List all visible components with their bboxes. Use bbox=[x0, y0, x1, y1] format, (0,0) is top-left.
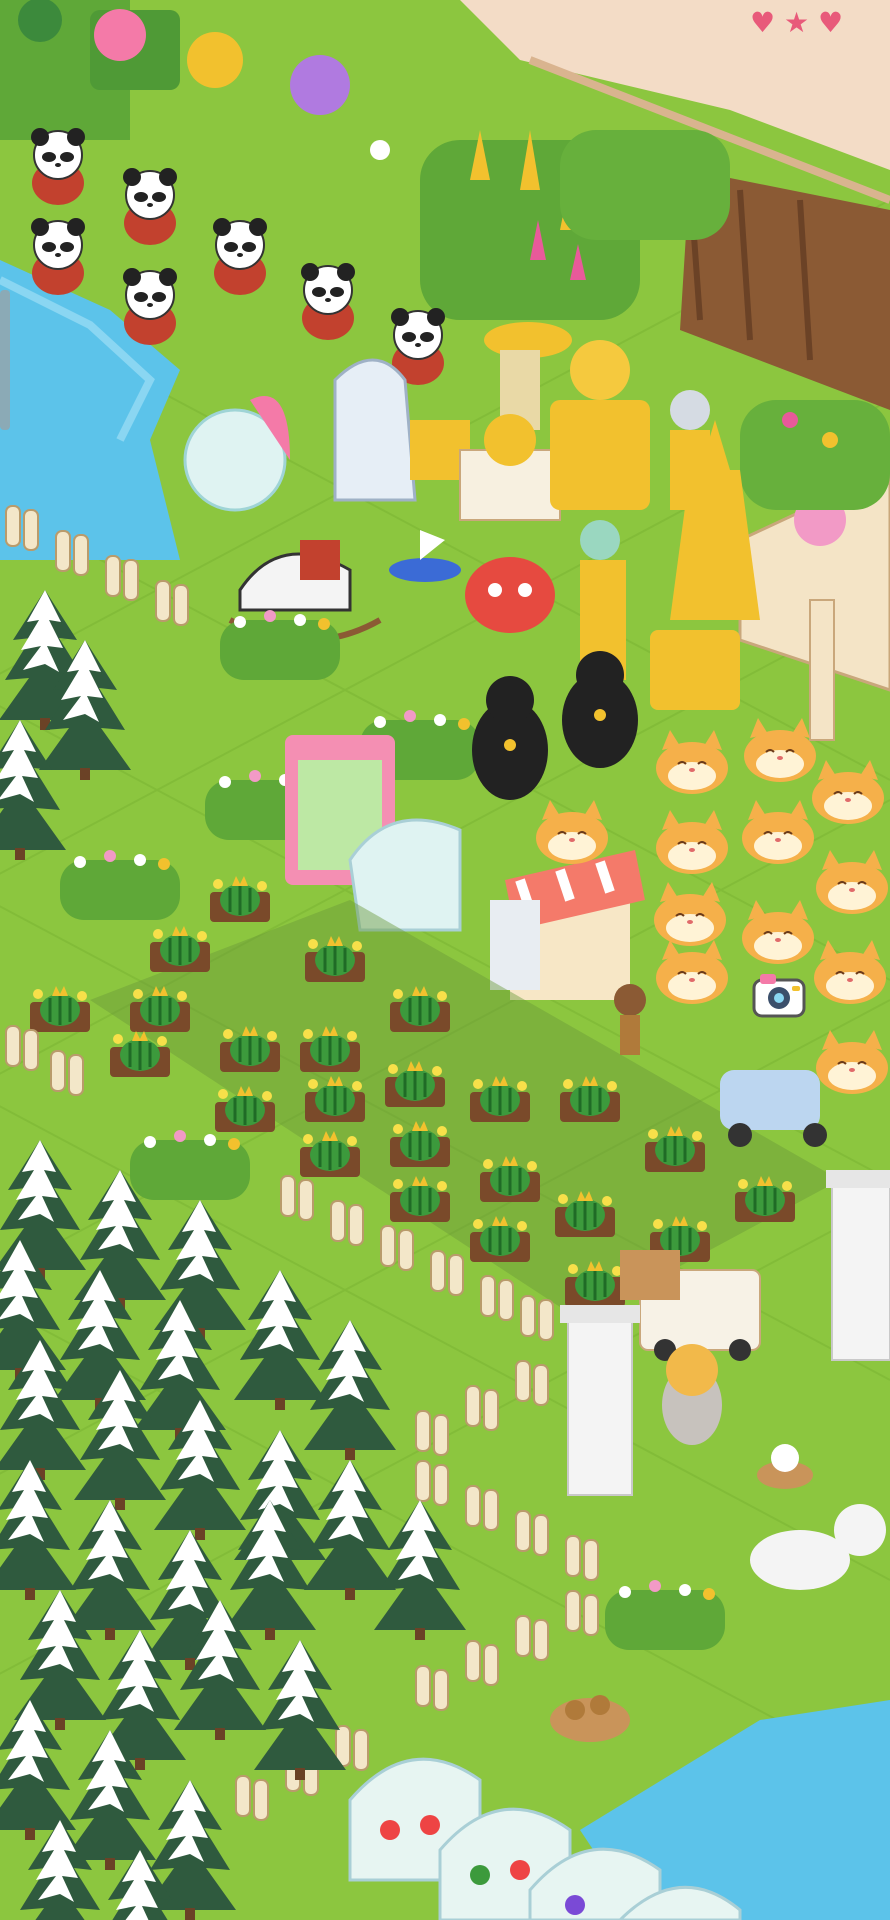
camera-icon bbox=[752, 974, 806, 1018]
drag-handle bbox=[0, 290, 10, 430]
svg-text:♥ ★ ♥: ♥ ★ ♥ bbox=[750, 6, 843, 39]
game-world[interactable]: ♥ ★ ♥ bbox=[0, 0, 890, 1920]
edge-drag-handle[interactable] bbox=[0, 290, 10, 430]
camera-button[interactable] bbox=[752, 972, 806, 1020]
